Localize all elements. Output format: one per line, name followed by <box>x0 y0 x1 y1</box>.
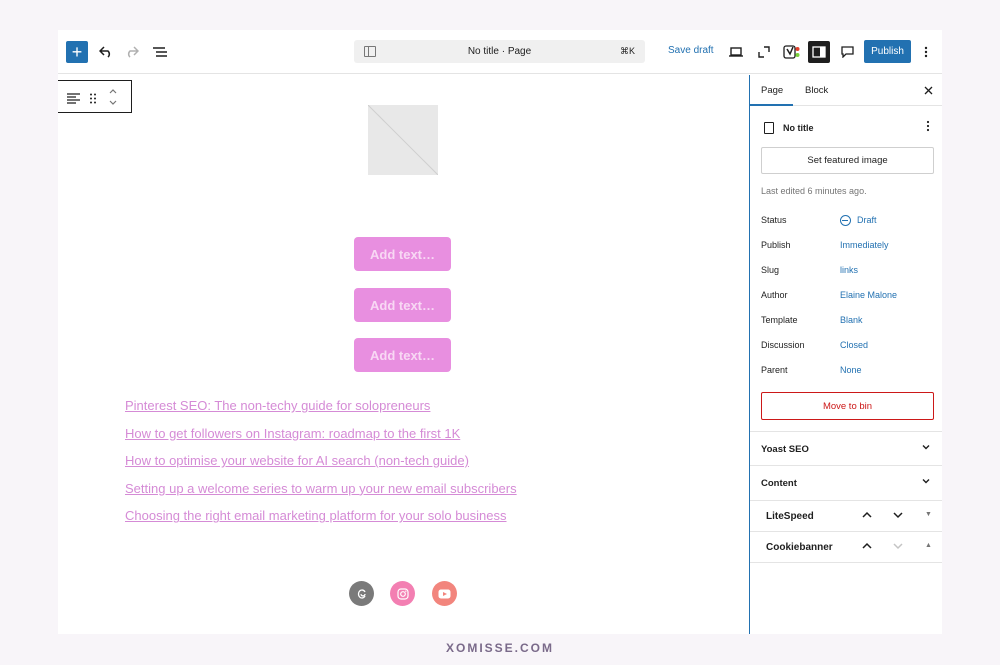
instagram-icon[interactable] <box>390 581 415 606</box>
redo-icon[interactable] <box>122 40 142 64</box>
close-icon[interactable] <box>924 84 933 98</box>
save-draft-button[interactable]: Save draft <box>668 45 714 56</box>
list-item: Choosing the right email marketing platf… <box>125 507 517 535</box>
chevron-up-icon[interactable] <box>862 542 872 550</box>
link-pinterest-seo[interactable]: Pinterest SEO: The non-techy guide for s… <box>125 398 430 413</box>
move-to-bin-button[interactable]: Move to bin <box>761 392 934 420</box>
meta-label: Discussion <box>761 340 805 350</box>
chevron-down-icon[interactable] <box>893 511 903 519</box>
last-edited-text: Last edited 6 minutes ago. <box>761 186 867 196</box>
active-tab-indicator <box>750 104 793 106</box>
meta-value-author[interactable]: Elaine Malone <box>840 290 897 300</box>
command-bar[interactable]: No title · Page ⌘K <box>354 40 645 63</box>
brand-footer: XOMISSE.COM <box>445 641 554 655</box>
move-up-down-icon[interactable] <box>108 86 120 113</box>
list-item: Setting up a welcome series to warm up y… <box>125 480 517 508</box>
sidebar-tabs: Page Block <box>750 75 942 106</box>
meta-value-discussion[interactable]: Closed <box>840 340 868 350</box>
tab-page[interactable]: Page <box>761 85 783 96</box>
editor-window: + No title · Page ⌘K Save draft Publish … <box>58 30 942 634</box>
align-left-icon[interactable] <box>67 91 81 109</box>
draft-status-icon <box>840 215 851 226</box>
options-more-icon[interactable] <box>918 40 934 64</box>
panel-yoast-seo[interactable]: Yoast SEO <box>750 431 942 465</box>
meta-publish: Publish Immediately <box>761 240 936 252</box>
command-shortcut: ⌘K <box>619 46 635 56</box>
meta-value-parent[interactable]: None <box>840 365 862 375</box>
undo-icon[interactable] <box>96 40 116 64</box>
toggle-triangle-down-icon[interactable]: ▼ <box>925 511 932 518</box>
document-title: No title <box>783 123 814 133</box>
meta-discussion: Discussion Closed <box>761 340 936 352</box>
youtube-icon[interactable] <box>432 581 457 606</box>
add-text-button-2[interactable]: Add text… <box>354 288 451 322</box>
add-text-button-3[interactable]: Add text… <box>354 338 451 372</box>
add-block-button[interactable]: + <box>66 41 88 63</box>
list-item: How to optimise your website for AI sear… <box>125 452 517 480</box>
chevron-down-icon[interactable] <box>893 542 903 550</box>
meta-label: Status <box>761 215 787 225</box>
meta-value-status[interactable]: Draft <box>857 215 877 225</box>
panel-content[interactable]: Content <box>750 465 942 499</box>
meta-label: Publish <box>761 240 791 250</box>
meta-label: Parent <box>761 365 788 375</box>
chevron-down-icon <box>921 442 931 452</box>
image-placeholder[interactable] <box>368 105 438 175</box>
document-overview-icon[interactable] <box>150 40 170 64</box>
threads-icon[interactable] <box>349 581 374 606</box>
link-list: Pinterest SEO: The non-techy guide for s… <box>125 397 517 535</box>
meta-slug: Slug links <box>761 265 936 277</box>
view-page-icon[interactable] <box>756 40 772 64</box>
document-actions-icon[interactable] <box>926 120 930 135</box>
toggle-triangle-up-icon[interactable]: ▲ <box>925 542 932 549</box>
metabox-title: LiteSpeed <box>766 511 814 522</box>
list-item: How to get followers on Instagram: roadm… <box>125 425 517 453</box>
editor-canvas: Add text… Add text… Add text… Pinterest … <box>58 75 749 634</box>
meta-status: Status Draft <box>761 215 936 227</box>
metabox-litespeed: LiteSpeed ▼ <box>750 500 942 531</box>
comment-icon[interactable] <box>838 40 856 64</box>
desktop-preview-icon[interactable] <box>728 40 744 64</box>
publish-button[interactable]: Publish <box>864 40 911 63</box>
metabox-title: Cookiebanner <box>766 542 833 553</box>
chevron-up-icon[interactable] <box>862 511 872 519</box>
panel-title: Yoast SEO <box>761 444 809 455</box>
meta-value-publish[interactable]: Immediately <box>840 240 889 250</box>
page-icon <box>764 122 774 134</box>
settings-sidebar: Page Block No title Set featured image L… <box>749 75 942 634</box>
link-welcome-series[interactable]: Setting up a welcome series to warm up y… <box>125 481 517 496</box>
set-featured-image-button[interactable]: Set featured image <box>761 147 934 174</box>
list-item: Pinterest SEO: The non-techy guide for s… <box>125 397 517 425</box>
link-email-platform[interactable]: Choosing the right email marketing platf… <box>125 508 507 523</box>
meta-author: Author Elaine Malone <box>761 290 936 302</box>
tab-block[interactable]: Block <box>805 85 828 96</box>
chevron-down-icon <box>921 476 931 486</box>
yoast-icon[interactable] <box>782 40 802 64</box>
document-summary: No title <box>764 120 934 135</box>
meta-label: Template <box>761 315 798 325</box>
editor-toolbar: + No title · Page ⌘K Save draft Publish <box>58 30 942 74</box>
drag-handle-icon[interactable] <box>89 91 99 109</box>
command-bar-title: No title · Page <box>467 46 532 57</box>
meta-label: Author <box>761 290 788 300</box>
link-instagram-followers[interactable]: How to get followers on Instagram: roadm… <box>125 426 460 441</box>
meta-template: Template Blank <box>761 315 936 327</box>
panel-title: Content <box>761 478 797 489</box>
meta-value-template[interactable]: Blank <box>840 315 863 325</box>
add-text-button-1[interactable]: Add text… <box>354 237 451 271</box>
meta-parent: Parent None <box>761 365 936 377</box>
block-toolbar <box>58 80 132 113</box>
meta-label: Slug <box>761 265 780 275</box>
settings-sidebar-toggle[interactable] <box>808 41 830 63</box>
link-ai-search[interactable]: How to optimise your website for AI sear… <box>125 453 469 468</box>
metabox-cookiebanner: Cookiebanner ▲ <box>750 531 942 562</box>
meta-value-slug[interactable]: links <box>840 265 858 275</box>
divider <box>750 562 942 563</box>
